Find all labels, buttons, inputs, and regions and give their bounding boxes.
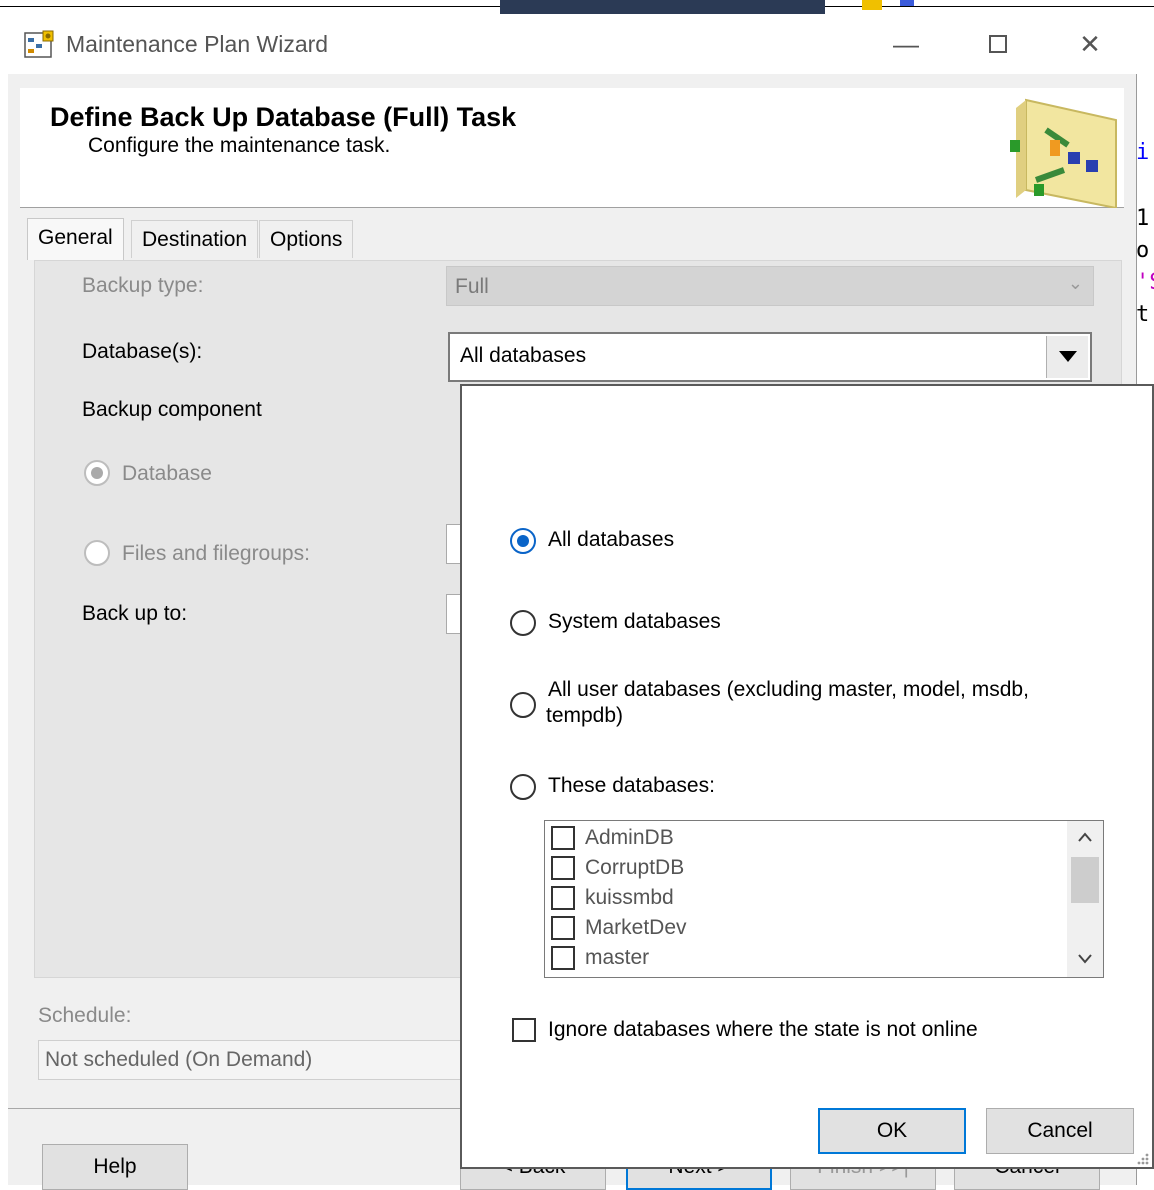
scroll-up-icon[interactable] — [1077, 831, 1093, 843]
scroll-down-icon[interactable] — [1077, 953, 1093, 965]
maintenance-plan-icon — [24, 30, 54, 58]
database-name: AdminDB — [585, 826, 674, 849]
database-name: CorruptDB — [585, 856, 685, 879]
background-code-1: i — [1136, 140, 1150, 165]
list-item[interactable]: master — [551, 943, 649, 973]
option-system-databases-radio[interactable] — [510, 610, 536, 636]
background-icon-strip-2 — [900, 0, 914, 6]
option-system-databases-label: System databases — [548, 610, 721, 633]
maximize-icon — [989, 35, 1007, 53]
background-code-5: t — [1136, 302, 1150, 327]
databases-dropdown-button[interactable] — [1046, 336, 1088, 378]
database-checkbox[interactable] — [551, 886, 575, 910]
database-name: kuissmbd — [585, 886, 674, 909]
popup-cancel-button[interactable]: Cancel — [986, 1108, 1134, 1154]
tab-destination[interactable]: Destination — [131, 220, 259, 258]
database-list[interactable]: AdminDB CorruptDB kuissmbd MarketDev mas… — [544, 820, 1104, 978]
background-icon-strip — [862, 0, 882, 10]
option-these-databases-label: These databases: — [548, 774, 715, 797]
list-item[interactable]: AdminDB — [551, 823, 674, 853]
option-all-databases-label: All databases — [548, 528, 675, 551]
minimize-button[interactable]: — — [876, 24, 936, 64]
component-files-radio[interactable] — [84, 540, 110, 566]
resize-grip-icon[interactable] — [1134, 1150, 1150, 1166]
backup-type-value: Full — [455, 275, 489, 298]
scroll-thumb[interactable] — [1071, 857, 1099, 903]
wizard-header: Define Back Up Database (Full) Task Conf… — [20, 88, 1124, 208]
list-item[interactable]: MarketDev — [551, 913, 687, 943]
database-checkbox[interactable] — [551, 916, 575, 940]
ignore-offline-label: Ignore databases where the state is not … — [548, 1018, 978, 1041]
databases-label: Database(s): — [82, 340, 203, 363]
component-files-label: Files and filegroups: — [122, 542, 310, 565]
tab-options[interactable]: Options — [259, 220, 354, 258]
tab-general[interactable]: General — [27, 218, 124, 260]
component-database-label: Database — [122, 462, 212, 485]
page-subtitle: Configure the maintenance task. — [88, 134, 391, 157]
backup-to-label: Back up to: — [82, 602, 188, 625]
title-bar: Maintenance Plan Wizard — ✕ — [8, 14, 1137, 74]
component-database-radio[interactable] — [84, 460, 110, 486]
schedule-field: Not scheduled (On Demand) — [38, 1040, 478, 1080]
option-these-databases-radio[interactable] — [510, 774, 536, 800]
background-code-2: 1 — [1136, 206, 1150, 231]
option-all-databases-radio[interactable] — [510, 528, 536, 554]
option-user-databases-label: All user databases (excluding master, mo… — [548, 678, 1029, 701]
background-code-3: o — [1136, 238, 1150, 263]
close-icon: ✕ — [1079, 28, 1101, 59]
list-scrollbar[interactable] — [1067, 821, 1103, 977]
help-button[interactable]: Help — [42, 1144, 188, 1190]
database-name: MarketDev — [585, 916, 687, 939]
wizard-banner-icon — [1010, 98, 1117, 208]
window-title: Maintenance Plan Wizard — [66, 31, 329, 57]
databases-combo[interactable]: All databases — [448, 332, 1092, 382]
minimize-icon: — — [893, 28, 919, 59]
backup-component-label: Backup component — [82, 398, 262, 421]
chevron-down-icon: ⌄ — [1067, 273, 1083, 293]
backup-type-select: Full ⌄ — [446, 266, 1094, 306]
dropdown-arrow-icon — [1058, 351, 1077, 362]
schedule-label: Schedule: — [38, 1004, 132, 1027]
background-window-strip — [500, 0, 825, 14]
page-title: Define Back Up Database (Full) Task — [50, 102, 517, 132]
database-checkbox[interactable] — [551, 826, 575, 850]
maximize-button[interactable] — [968, 24, 1028, 64]
list-item[interactable]: CorruptDB — [551, 853, 684, 883]
database-selection-popup: All databases System databases All user … — [460, 384, 1154, 1169]
backup-type-label: Backup type: — [82, 274, 204, 297]
databases-value: All databases — [460, 344, 587, 367]
close-button[interactable]: ✕ — [1060, 24, 1120, 64]
ignore-offline-checkbox[interactable] — [512, 1018, 536, 1042]
option-user-databases-radio[interactable] — [510, 692, 536, 718]
database-name: master — [585, 946, 650, 969]
background-code-4: 'S — [1136, 270, 1154, 295]
database-checkbox[interactable] — [551, 856, 575, 880]
ok-button[interactable]: OK — [818, 1108, 966, 1154]
list-item[interactable]: kuissmbd — [551, 883, 674, 913]
option-user-databases-label-2: tempdb) — [546, 704, 624, 727]
database-checkbox[interactable] — [551, 946, 575, 970]
